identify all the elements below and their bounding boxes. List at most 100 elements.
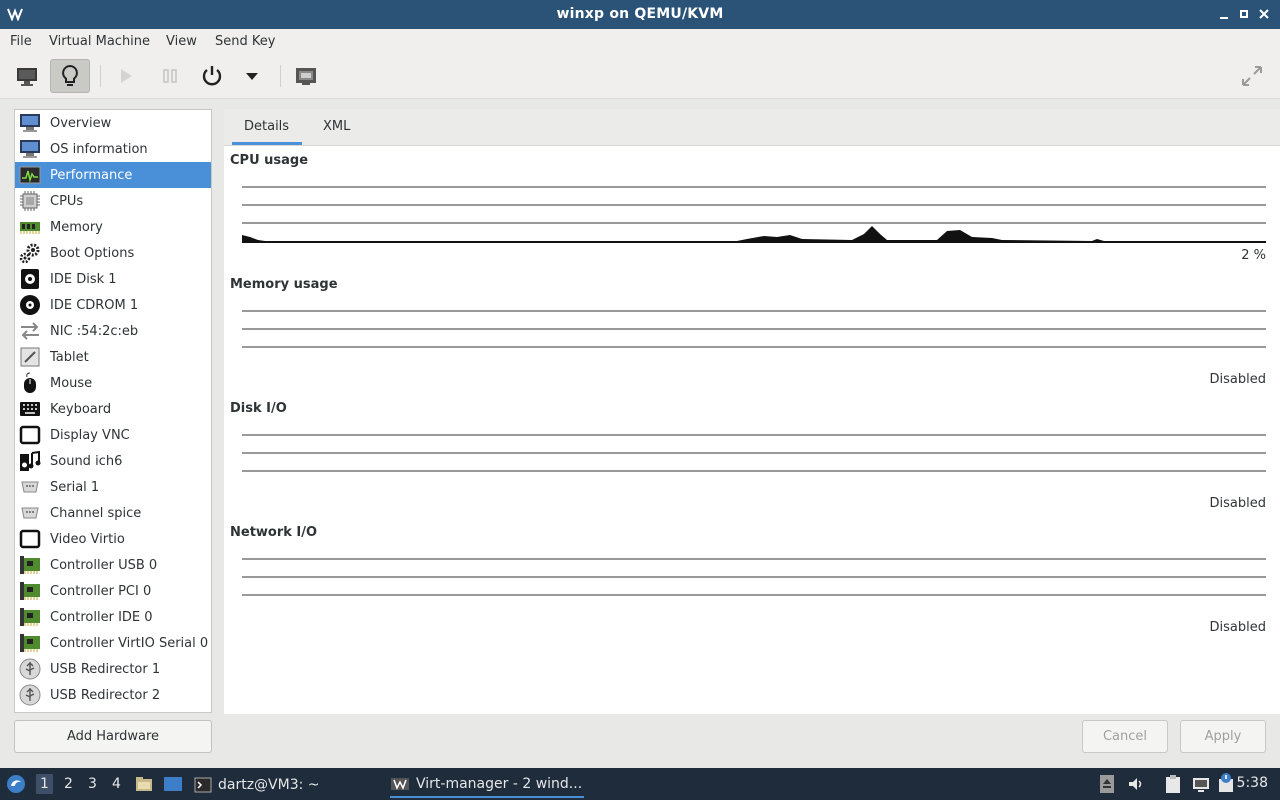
shutdown-button[interactable] — [192, 59, 232, 93]
volume-icon[interactable] — [1127, 775, 1145, 793]
fullscreen-icon — [1242, 66, 1262, 86]
menu-view[interactable]: View — [166, 34, 197, 49]
cancel-button[interactable]: Cancel — [1082, 720, 1168, 753]
toolbar-separator — [100, 65, 101, 87]
display-icon — [18, 424, 42, 446]
controller-icon — [18, 632, 42, 654]
sidebar-item-tablet[interactable]: Tablet — [15, 344, 211, 370]
pause-button[interactable] — [150, 59, 190, 93]
eject-icon[interactable] — [1099, 774, 1115, 794]
task-terminal-label: dartz@VM3: ~ — [218, 777, 320, 793]
clock: 5:38 — [1236, 775, 1268, 791]
minimize-icon[interactable] — [1216, 6, 1232, 22]
tab-details[interactable]: Details — [244, 119, 289, 134]
sidebar-item-memory[interactable]: Memory — [15, 214, 211, 240]
sidebar-item-label: Tablet — [50, 349, 89, 365]
sidebar-item-ide-disk-1[interactable]: IDE Disk 1 — [15, 266, 211, 292]
update-notifier-icon[interactable] — [1217, 772, 1235, 794]
sidebar-item-ide-cdrom-1[interactable]: IDE CDROM 1 — [15, 292, 211, 318]
task-virt-manager[interactable]: Virt-manager - 2 wind... — [390, 772, 584, 798]
sidebar-item-controller-ide-0[interactable]: Controller IDE 0 — [15, 604, 211, 630]
tab-xml[interactable]: XML — [323, 119, 350, 134]
sidebar-item-boot-options[interactable]: Boot Options — [15, 240, 211, 266]
workspace-4[interactable]: 4 — [112, 776, 121, 792]
sidebar-item-keyboard[interactable]: Keyboard — [15, 396, 211, 422]
sidebar-item-controller-virtio-serial-0[interactable]: Controller VirtIO Serial 0 — [15, 630, 211, 656]
sidebar-item-label: Boot Options — [50, 245, 135, 261]
add-hardware-button[interactable]: Add Hardware — [14, 720, 212, 753]
start-menu-icon[interactable] — [6, 774, 26, 794]
sidebar-item-controller-usb-0[interactable]: Controller USB 0 — [15, 552, 211, 578]
video-icon — [18, 528, 42, 550]
sound-icon — [18, 450, 42, 472]
power-icon — [202, 66, 222, 86]
show-console-button[interactable] — [7, 59, 47, 93]
sidebar-item-label: Performance — [50, 167, 133, 183]
sidebar-item-display-vnc[interactable]: Display VNC — [15, 422, 211, 448]
menu-file[interactable]: File — [10, 34, 32, 49]
sidebar-item-usb-redirector-2[interactable]: USB Redirector 2 — [15, 682, 211, 708]
workspace-1[interactable]: 1 — [36, 774, 53, 794]
monitor-icon — [18, 112, 42, 134]
sidebar-item-nic-54-2c-eb[interactable]: NIC :54:2c:eb — [15, 318, 211, 344]
toolbar-separator — [280, 65, 281, 87]
lightbulb-icon — [62, 64, 78, 86]
sidebar-item-overview[interactable]: Overview — [15, 110, 211, 136]
sidebar-item-label: NIC :54:2c:eb — [50, 323, 139, 339]
sidebar-item-cpus[interactable]: CPUs — [15, 188, 211, 214]
network-io-value: Disabled — [1209, 620, 1266, 635]
network-io-title: Network I/O — [230, 525, 318, 540]
terminal-icon — [194, 777, 212, 793]
sidebar-item-serial-1[interactable]: Serial 1 — [15, 474, 211, 500]
clipboard-icon[interactable] — [1164, 774, 1182, 794]
sidebar-item-label: OS information — [50, 141, 148, 157]
task-terminal[interactable]: dartz@VM3: ~ — [194, 772, 320, 798]
sidebar-item-channel-spice[interactable]: Channel spice — [15, 500, 211, 526]
snapshots-button[interactable] — [286, 59, 326, 93]
sidebar-item-performance[interactable]: Performance — [15, 162, 211, 188]
cpu-usage-title: CPU usage — [230, 153, 309, 168]
file-manager-icon[interactable] — [135, 775, 153, 793]
sidebar-item-label: CPUs — [50, 193, 84, 209]
usb-icon — [18, 658, 42, 680]
cpu-usage-line — [242, 226, 1266, 242]
chevron-down-icon — [246, 73, 258, 80]
desktop-taskbar: 1 2 3 4 dartz@VM3: ~ Virt-manager - 2 wi… — [0, 768, 1280, 800]
window-titlebar: winxp on QEMU/KVM — [0, 0, 1280, 29]
controller-icon — [18, 580, 42, 602]
sidebar-item-controller-pci-0[interactable]: Controller PCI 0 — [15, 578, 211, 604]
usb-icon — [18, 684, 42, 706]
cpu-usage-value: 2 % — [1241, 248, 1266, 263]
sidebar-item-video-virtio[interactable]: Video Virtio — [15, 526, 211, 552]
channel-icon — [18, 502, 42, 524]
fullscreen-button[interactable] — [1232, 59, 1272, 93]
keyboard-icon — [18, 398, 42, 420]
maximize-icon[interactable] — [1236, 6, 1252, 22]
window-title: winxp on QEMU/KVM — [556, 6, 724, 22]
tab-bar: Details XML — [224, 109, 1280, 146]
memory-icon — [18, 216, 42, 238]
sidebar-item-label: IDE Disk 1 — [50, 271, 117, 287]
sidebar-item-os-information[interactable]: OS information — [15, 136, 211, 162]
menu-send-key[interactable]: Send Key — [215, 34, 275, 49]
cpu-icon — [18, 190, 42, 212]
apply-button[interactable]: Apply — [1180, 720, 1266, 753]
tablet-icon — [18, 346, 42, 368]
close-icon[interactable] — [1256, 6, 1272, 22]
workspace-3[interactable]: 3 — [88, 776, 97, 792]
disk-io-value: Disabled — [1209, 496, 1266, 511]
sidebar-item-label: Controller PCI 0 — [50, 583, 152, 599]
sidebar-item-sound-ich6[interactable]: Sound ich6 — [15, 448, 211, 474]
run-button[interactable] — [106, 59, 146, 93]
menu-virtual-machine[interactable]: Virtual Machine — [49, 34, 150, 49]
toolbar — [0, 55, 1280, 99]
desktop-icon[interactable] — [163, 775, 183, 793]
sidebar-item-mouse[interactable]: Mouse — [15, 370, 211, 396]
snapshots-icon — [296, 68, 316, 85]
workspace-2[interactable]: 2 — [64, 776, 73, 792]
sidebar-item-label: Channel spice — [50, 505, 142, 521]
network-monitor-icon[interactable] — [1191, 774, 1211, 794]
show-details-button[interactable] — [50, 59, 90, 93]
shutdown-menu-button[interactable] — [232, 59, 272, 93]
sidebar-item-usb-redirector-1[interactable]: USB Redirector 1 — [15, 656, 211, 682]
